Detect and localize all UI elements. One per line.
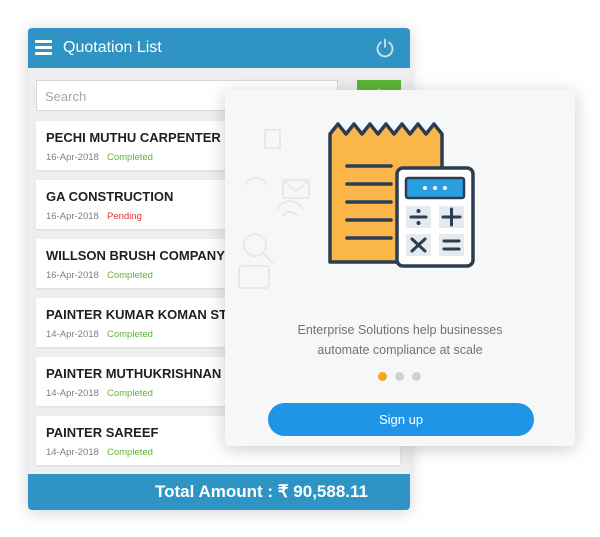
- customer-name: PAINTER MUTHUKRISHNAN: [46, 366, 222, 381]
- receipt-calculator-illustration: [328, 122, 475, 268]
- app-bar: Quotation List: [28, 28, 410, 68]
- quotation-date: 14-Apr-2018: [46, 388, 99, 399]
- customer-name: PECHI MUTHU CARPENTER: [46, 130, 221, 145]
- power-icon[interactable]: [375, 38, 395, 58]
- customer-name: GA CONSTRUCTION: [46, 189, 174, 204]
- card-line-1: Enterprise Solutions help businesses: [297, 323, 503, 337]
- quotation-date: 14-Apr-2018: [46, 329, 99, 340]
- menu-icon[interactable]: [35, 40, 52, 55]
- status-badge: Pending: [107, 211, 142, 222]
- status-badge: Completed: [107, 447, 153, 458]
- search-placeholder: Search: [45, 89, 87, 104]
- status-badge: Completed: [107, 388, 153, 399]
- card-line-2: automate compliance at scale: [317, 343, 483, 357]
- quotation-date: 16-Apr-2018: [46, 211, 99, 222]
- customer-name: PAINTER SAREEF: [46, 425, 159, 440]
- status-badge: Completed: [107, 270, 153, 281]
- pager-dot[interactable]: [395, 372, 404, 381]
- pager-dots: [378, 372, 426, 382]
- total-amount: Total Amount : ₹ 90,588.11: [155, 482, 368, 501]
- status-badge: Completed: [107, 152, 153, 163]
- pager-dot[interactable]: [378, 372, 387, 381]
- quotation-date: 16-Apr-2018: [46, 270, 99, 281]
- customer-name: WILLSON BRUSH COMPANY: [46, 248, 225, 263]
- quotation-date: 16-Apr-2018: [46, 152, 99, 163]
- onboarding-card: Enterprise Solutions help businesses aut…: [225, 90, 575, 446]
- total-amount-bar: Total Amount : ₹ 90,588.11: [28, 474, 410, 510]
- customer-name: PAINTER KUMAR KOMAN ST: [46, 307, 228, 322]
- quotation-date: 14-Apr-2018: [46, 447, 99, 458]
- sign-up-button[interactable]: Sign up: [268, 403, 534, 436]
- card-description: Enterprise Solutions help businesses aut…: [225, 320, 575, 360]
- status-badge: Completed: [107, 329, 153, 340]
- pager-dot[interactable]: [412, 372, 421, 381]
- page-title: Quotation List: [63, 39, 162, 56]
